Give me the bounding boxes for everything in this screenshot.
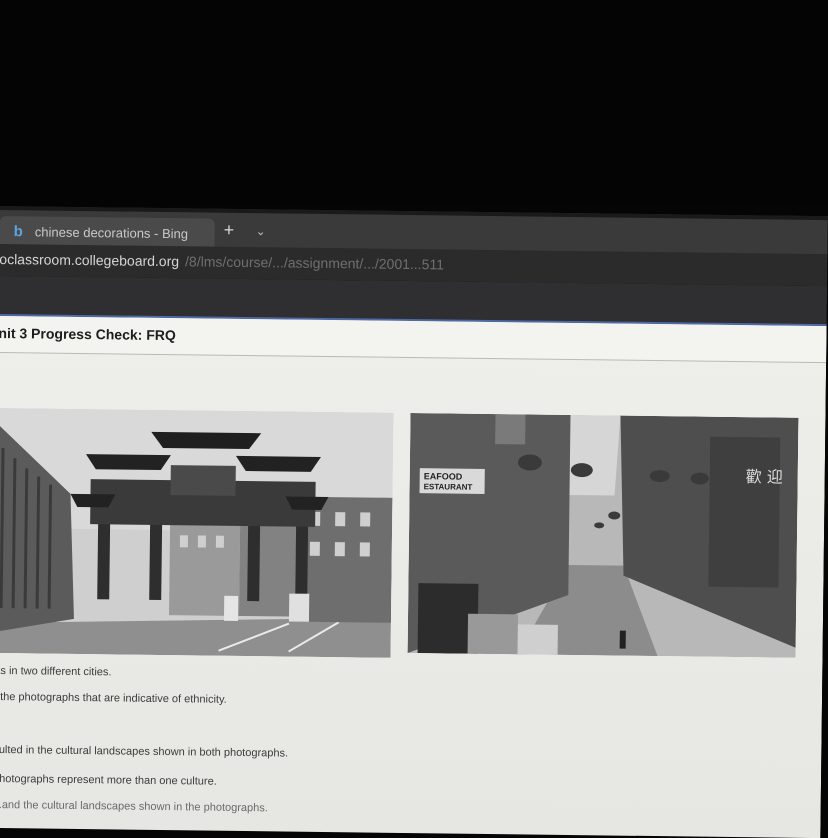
- question-text: sulted in the cultural landscapes shown …: [0, 743, 289, 760]
- dark-background: [0, 0, 828, 206]
- bing-icon: b: [13, 222, 23, 240]
- url-host: oclassroom.collegeboard.org: [0, 250, 180, 270]
- chevron-down-icon[interactable]: ⌄: [256, 224, 266, 238]
- sign-restaurant: ESTAURANT: [424, 482, 473, 492]
- question-text: f the photographs that are indicative of…: [0, 690, 227, 706]
- browser-screen: b chinese decorations - Bing + ⌄ oclassr…: [0, 206, 828, 838]
- sign-welcome: 歡 迎: [746, 467, 783, 486]
- photo-archway: [0, 407, 394, 658]
- photo-street: EAFOOD ESTAURANT 歡 迎: [407, 413, 799, 658]
- archway-image: [0, 407, 394, 658]
- question-text: ...and the cultural landscapes shown in …: [0, 798, 268, 815]
- sign-seafood: EAFOOD: [424, 471, 463, 481]
- page-content: nit 3 Progress Check: FRQ EAFOOD ESTAURA…: [0, 315, 827, 838]
- url-text: oclassroom.collegeboard.org/8/lms/course…: [0, 251, 444, 272]
- new-tab-icon[interactable]: +: [224, 220, 235, 241]
- question-text: as in two different cities.: [0, 664, 112, 679]
- page-title: nit 3 Progress Check: FRQ: [0, 324, 176, 344]
- url-path: /8/lms/course/.../assignment/.../2001...…: [185, 253, 445, 273]
- question-text: photographs represent more than one cult…: [0, 772, 217, 788]
- street-image: EAFOOD ESTAURANT 歡 迎: [407, 413, 799, 658]
- tab-title: chinese decorations - Bing: [34, 223, 189, 241]
